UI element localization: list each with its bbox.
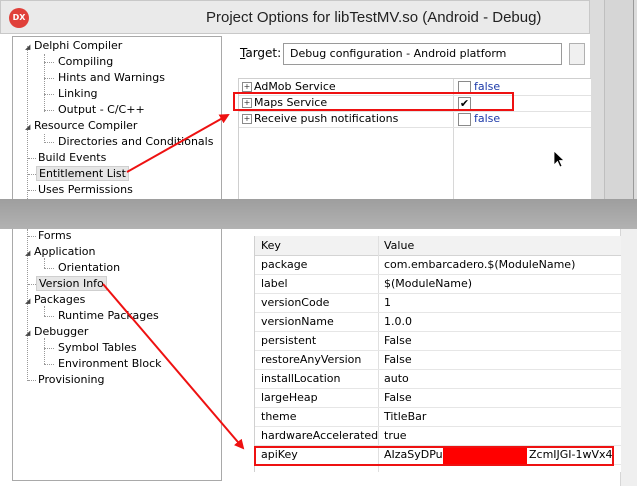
arrow-to-apikey [102,283,245,450]
annotation-arrows [102,114,245,450]
arrow-to-maps-service [126,114,230,173]
